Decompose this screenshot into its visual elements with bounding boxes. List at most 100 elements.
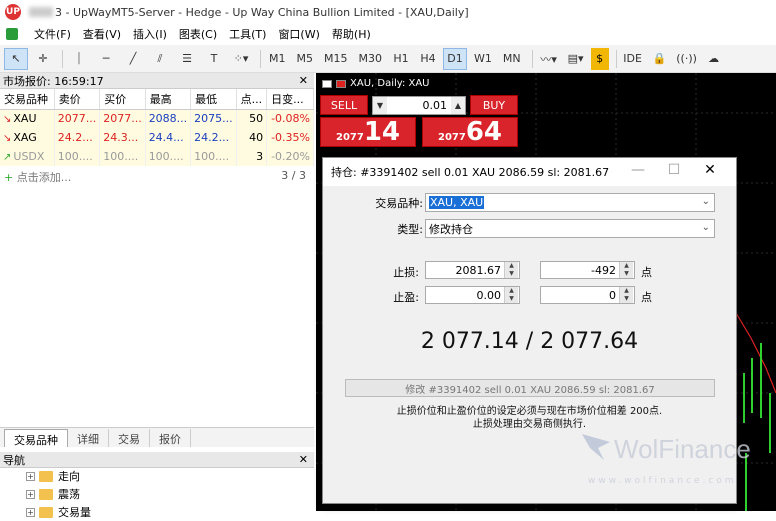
- lot-value[interactable]: 0.01: [387, 99, 451, 112]
- dialog-title: 持仓: #3391402 sell 0.01 XAU 2086.59 sl: 2…: [331, 166, 610, 179]
- crosshair-icon[interactable]: ✛: [31, 48, 55, 70]
- bid-cell: 24.2...: [54, 128, 101, 147]
- col-change[interactable]: 日变...: [266, 89, 314, 110]
- tab-ticks[interactable]: 报价: [150, 429, 191, 447]
- col-low[interactable]: 最低: [190, 89, 237, 110]
- change-cell: -0.20%: [266, 147, 314, 166]
- fibonacci-icon[interactable]: ☰: [175, 48, 199, 70]
- symbol-select[interactable]: XAU, XAU ⌄: [425, 193, 715, 212]
- cloud-icon[interactable]: ☁: [702, 48, 726, 70]
- nav-item-label: 走向: [58, 470, 80, 483]
- expand-icon[interactable]: +: [26, 471, 35, 481]
- dialog-titlebar[interactable]: 持仓: #3391402 sell 0.01 XAU 2086.59 sl: 2…: [323, 158, 736, 186]
- nav-item-oscillators[interactable]: + 震荡: [26, 485, 80, 503]
- spread-cell: 40: [236, 128, 268, 147]
- expand-icon[interactable]: +: [26, 489, 35, 499]
- buy-price[interactable]: 2077 64: [422, 117, 518, 147]
- market-watch-title: 市场报价: 16:59:17: [3, 74, 104, 88]
- table-row[interactable]: ↗ USDX 100.... 100.... 100.... 100.... 3 …: [0, 147, 314, 166]
- menu-charts[interactable]: 图表(C): [173, 24, 223, 44]
- tab-details[interactable]: 详细: [68, 429, 109, 447]
- tf-m5[interactable]: M5: [293, 48, 318, 70]
- close-icon[interactable]: ✕: [692, 162, 728, 178]
- channel-icon[interactable]: ⫽: [148, 48, 172, 70]
- tf-h1[interactable]: H1: [389, 48, 413, 70]
- increase-lot-icon[interactable]: ▲: [451, 97, 465, 114]
- ide-button[interactable]: IDE: [621, 48, 645, 70]
- minimize-icon[interactable]: —: [620, 162, 656, 178]
- tf-mn[interactable]: MN: [499, 48, 525, 70]
- algo-trading-icon[interactable]: $: [590, 47, 609, 70]
- tab-trading[interactable]: 交易: [109, 429, 150, 447]
- table-row[interactable]: ↘ XAU 2077... 2077... 2088... 2075... 50 …: [0, 109, 314, 128]
- market-watch-header: 市场报价: 16:59:17 ✕: [0, 73, 314, 89]
- low-cell: 2075...: [190, 109, 237, 128]
- tf-m1[interactable]: M1: [265, 48, 290, 70]
- nav-item-trend[interactable]: + 走向: [26, 467, 80, 485]
- templates-icon[interactable]: ▤▾: [564, 48, 588, 70]
- menu-help[interactable]: 帮助(H): [326, 24, 377, 44]
- tf-m15[interactable]: M15: [320, 48, 352, 70]
- stop-loss-label: 止损:: [393, 266, 419, 279]
- stop-loss-points-input[interactable]: -492 ▲ ▼: [540, 261, 635, 279]
- col-ask[interactable]: 买价: [99, 89, 146, 110]
- modify-button[interactable]: 修改 #3391402 sell 0.01 XAU 2086.59 sl: 20…: [345, 379, 715, 397]
- take-profit-price-input[interactable]: 0.00 ▲ ▼: [425, 286, 520, 304]
- signal-icon[interactable]: ((·)): [675, 48, 699, 70]
- menu-logo[interactable]: [0, 24, 28, 44]
- lot-size-input[interactable]: ▼ 0.01 ▲: [372, 96, 466, 115]
- spinner-icon[interactable]: ▲ ▼: [619, 262, 633, 278]
- tf-w1[interactable]: W1: [470, 48, 496, 70]
- decrease-lot-icon[interactable]: ▼: [373, 97, 387, 114]
- type-select[interactable]: 修改持仓 ⌄: [425, 219, 715, 238]
- navigator-header: 导航 ✕: [0, 452, 314, 468]
- horizontal-line-icon[interactable]: ─: [94, 48, 118, 70]
- cursor-icon[interactable]: ↖: [4, 47, 28, 70]
- spinner-icon[interactable]: ▲ ▼: [504, 287, 518, 303]
- menu-tools[interactable]: 工具(T): [223, 24, 272, 44]
- maximize-icon[interactable]: ☐: [656, 162, 692, 178]
- spinner-icon[interactable]: ▲ ▼: [619, 287, 633, 303]
- text-icon[interactable]: T: [202, 48, 226, 70]
- tf-h4[interactable]: H4: [416, 48, 440, 70]
- close-icon[interactable]: ✕: [299, 453, 308, 466]
- spinner-icon[interactable]: ▲ ▼: [504, 262, 518, 278]
- buy-button[interactable]: BUY: [470, 95, 518, 115]
- table-row[interactable]: ↘ XAG 24.2... 24.3... 24.4... 24.2... 40 …: [0, 128, 314, 147]
- watermark: WolFinance www.wolfinance.com: [580, 428, 770, 498]
- bid-cell: 100....: [54, 147, 101, 166]
- col-high[interactable]: 最高: [145, 89, 192, 110]
- buy-price-small: 2077: [437, 132, 466, 143]
- tf-d1[interactable]: D1: [443, 47, 467, 70]
- menu-view[interactable]: 查看(V): [77, 24, 127, 44]
- col-bid[interactable]: 卖价: [54, 89, 101, 110]
- take-profit-points-input[interactable]: 0 ▲ ▼: [540, 286, 635, 304]
- symbol-label: 交易品种:: [375, 197, 423, 210]
- one-click-trading-panel: SELL ▼ 0.01 ▲ BUY 2077 14 2077 64: [320, 95, 518, 147]
- menu-file[interactable]: 文件(F): [28, 24, 77, 44]
- symbol-cell: ↘ XAG: [0, 128, 55, 147]
- chevron-down-icon: ⌄: [701, 222, 710, 233]
- chart-type-icon[interactable]: 〰▾: [537, 48, 561, 70]
- lock-icon[interactable]: 🔒: [648, 48, 672, 70]
- expand-icon[interactable]: +: [26, 507, 35, 517]
- menu-insert[interactable]: 插入(I): [127, 24, 173, 44]
- vertical-line-icon[interactable]: ⏐: [67, 48, 91, 70]
- col-spread[interactable]: 点...: [236, 89, 268, 110]
- close-icon[interactable]: ✕: [299, 74, 308, 87]
- high-cell: 24.4...: [145, 128, 192, 147]
- menu-window[interactable]: 窗口(W): [272, 24, 325, 44]
- tf-m30[interactable]: M30: [355, 48, 387, 70]
- stop-loss-price-input[interactable]: 2081.67 ▲ ▼: [425, 261, 520, 279]
- shapes-icon[interactable]: ⁘▾: [229, 48, 253, 70]
- wolf-logo-icon: [582, 434, 610, 460]
- nav-item-volumes[interactable]: + 交易量: [26, 503, 91, 521]
- add-symbol-label: 点击添加...: [16, 171, 72, 184]
- col-symbol[interactable]: 交易品种: [0, 89, 55, 110]
- sell-price[interactable]: 2077 14: [320, 117, 416, 147]
- sell-button[interactable]: SELL: [320, 95, 368, 115]
- market-watch-tabs: 交易品种 详细 交易 报价: [0, 427, 314, 447]
- trendline-icon[interactable]: ╱: [121, 48, 145, 70]
- tab-symbols[interactable]: 交易品种: [4, 429, 68, 447]
- add-symbol-row[interactable]: + 点击添加... 3 / 3: [0, 169, 314, 185]
